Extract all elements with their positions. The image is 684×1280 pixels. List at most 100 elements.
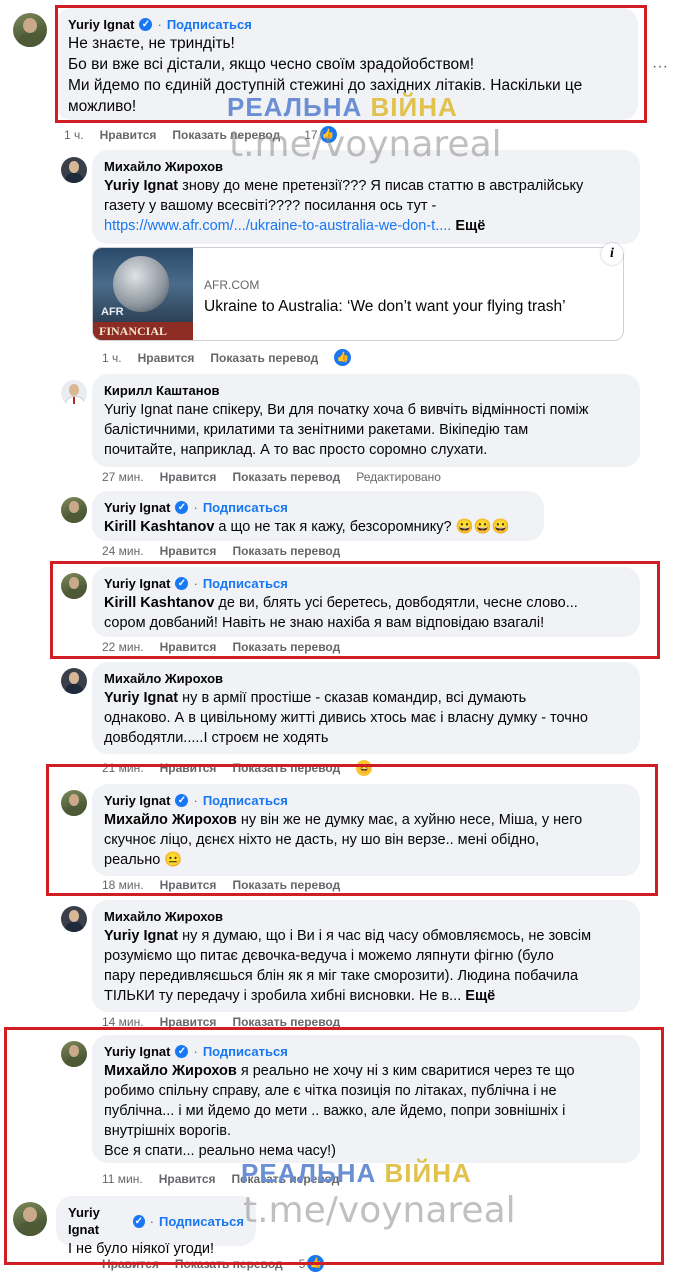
subscribe-link[interactable]: Подписаться: [203, 499, 288, 516]
comment-text: балістичними, крилатими та зенітними рак…: [104, 422, 529, 438]
comment-author[interactable]: Yuriy Ignat: [104, 792, 170, 809]
comment-author[interactable]: Yuriy Ignat: [104, 499, 170, 516]
subscribe-link[interactable]: Подписаться: [159, 1213, 244, 1230]
comment-time[interactable]: 18 мин.: [102, 878, 144, 892]
avatar[interactable]: [61, 1041, 87, 1067]
comment-time[interactable]: 1 ч.: [64, 128, 84, 142]
comment-bubble: Михайло Жирохов Yuriy Ignat ну я думаю, …: [92, 900, 640, 1012]
subscribe-link[interactable]: Подписаться: [203, 1043, 288, 1060]
comment-author[interactable]: Yuriy Ignat: [104, 1043, 170, 1060]
comment-author[interactable]: Михайло Жирохов: [104, 908, 223, 925]
translate-button[interactable]: Показать перевод: [232, 761, 340, 775]
haha-reaction-icon: 😆: [356, 760, 373, 776]
mention-link[interactable]: Yuriy Ignat: [104, 402, 173, 418]
watermark-title: РЕАЛЬНА ВІЙНА: [227, 92, 458, 122]
comment-time[interactable]: 21 мин.: [102, 761, 144, 775]
comment-time[interactable]: 24 мин.: [102, 544, 144, 558]
translate-button[interactable]: Показать перевод: [210, 351, 318, 365]
comment-text-line: Бо ви вже всі дістали, якщо чесно своїм …: [68, 56, 475, 73]
avatar[interactable]: [61, 906, 87, 932]
verified-icon: ✓: [139, 18, 153, 31]
watermark-title: РЕАЛЬНА ВІЙНА: [241, 1158, 472, 1188]
avatar[interactable]: [61, 790, 87, 816]
avatar[interactable]: [61, 668, 87, 694]
translate-button[interactable]: Показать перевод: [232, 470, 340, 484]
mention-link[interactable]: Kirill Kashtanov: [104, 519, 214, 535]
like-button[interactable]: Нравится: [160, 544, 217, 558]
like-button[interactable]: Нравится: [159, 1172, 216, 1186]
comment-text: робимо спільну справу, але є чітка позиц…: [104, 1083, 557, 1099]
comment-time[interactable]: 1 ч.: [102, 351, 122, 365]
subscribe-link[interactable]: Подписаться: [167, 16, 252, 33]
mention-link[interactable]: Yuriy Ignat: [104, 690, 178, 706]
like-button[interactable]: Нравится: [160, 878, 217, 892]
comment-bubble: Yuriy Ignat ✓ · Подписаться Kirill Kasht…: [92, 567, 640, 637]
see-more-link[interactable]: Ещё: [465, 988, 495, 1004]
watermark-url: t.me/voynareal: [229, 124, 502, 165]
like-button[interactable]: Нравится: [102, 1257, 159, 1271]
translate-button[interactable]: Показать перевод: [232, 878, 340, 892]
edited-label: Редактировано: [356, 470, 441, 484]
comment-text: сором довбаний! Навіть не знаю нахіба я …: [104, 615, 545, 631]
comment-author[interactable]: Михайло Жирохов: [104, 158, 223, 175]
translate-button[interactable]: Показать перевод: [232, 640, 340, 654]
avatar[interactable]: [61, 573, 87, 599]
comment-text: знову до мене претензії??? Я писав статт…: [178, 178, 584, 194]
comment-text: пару передивляєшься блін як я міг таке с…: [104, 968, 579, 984]
comment-bubble: Yuriy Ignat ✓ · Подписаться Михайло Жиро…: [92, 1035, 640, 1163]
subscribe-link[interactable]: Подписаться: [203, 575, 288, 592]
avatar[interactable]: [61, 497, 87, 523]
link-preview-card[interactable]: AFR FINANCIAL AFR.COM Ukraine to Austral…: [92, 247, 624, 341]
comment-author[interactable]: Yuriy Ignat: [68, 16, 134, 33]
translate-button[interactable]: Показать перевод: [232, 544, 340, 558]
translate-button[interactable]: Показать перевод: [175, 1257, 283, 1271]
like-reaction-icon: 👍: [307, 1255, 325, 1272]
avatar[interactable]: [61, 157, 87, 183]
comment-bubble: Yuriy Ignat ✓ · Подписаться Kirill Kasht…: [92, 491, 544, 541]
verified-icon: ✓: [132, 1214, 145, 1228]
comment-bubble: Yuriy Ignat ✓ · Подписаться Михайло Жиро…: [92, 784, 640, 876]
comment-text: довбодятли.....І строєм не ходять: [104, 730, 329, 746]
mention-link[interactable]: Yuriy Ignat: [104, 178, 178, 194]
like-button[interactable]: Нравится: [160, 640, 217, 654]
subscribe-link[interactable]: Подписаться: [203, 792, 288, 809]
comment-time[interactable]: 11 мин.: [102, 1172, 143, 1186]
comment-text: а що не так я кажу, безсоромнику? 😀😀😀: [214, 519, 510, 535]
comment-time[interactable]: 22 мин.: [102, 640, 144, 654]
comment-author[interactable]: Михайло Жирохов: [104, 670, 223, 687]
link-domain: AFR.COM: [204, 278, 260, 292]
comment-bubble: Михайло Жирохов Yuriy Ignat ну в армії п…: [92, 662, 640, 754]
like-button[interactable]: Нравится: [138, 351, 195, 365]
info-icon[interactable]: i: [601, 243, 623, 265]
mention-link[interactable]: Михайло Жирохов: [104, 1063, 237, 1079]
avatar[interactable]: [61, 380, 87, 406]
comment-time[interactable]: 27 мин.: [102, 470, 144, 484]
watermark-url: t.me/voynareal: [243, 1190, 516, 1231]
reaction-count[interactable]: 5: [299, 1257, 306, 1271]
mention-link[interactable]: Yuriy Ignat: [104, 928, 178, 944]
like-button[interactable]: Нравится: [160, 1015, 217, 1029]
like-button[interactable]: Нравится: [160, 761, 217, 775]
comment-time[interactable]: 14 мин.: [102, 1015, 144, 1029]
like-button[interactable]: Нравится: [100, 128, 157, 142]
comment-author[interactable]: Yuriy Ignat: [104, 575, 170, 592]
see-more-link[interactable]: Ещё: [455, 218, 485, 234]
article-link[interactable]: https://www.afr.com/.../ukraine-to-austr…: [104, 218, 451, 234]
verified-icon: ✓: [175, 794, 189, 807]
link-title[interactable]: Ukraine to Australia: ‘We don’t want you…: [204, 298, 566, 316]
comment-text: ТІЛЬКИ ту передачу і зробила хибні висно…: [104, 988, 462, 1004]
comment-text: внутрішніх ворогів.: [104, 1123, 232, 1139]
mention-link[interactable]: Kirill Kashtanov: [104, 595, 214, 611]
more-options-icon[interactable]: ···: [652, 58, 668, 76]
comment-text: ну в армії простіше - сказав командир, в…: [178, 690, 527, 706]
comment-text: публічна... і ми йдемо до мети .. важко,…: [104, 1103, 566, 1119]
comment-text-line: Не знаєте, не триндіть!: [68, 35, 235, 52]
avatar[interactable]: [13, 13, 47, 47]
comment-author[interactable]: Кирилл Каштанов: [104, 382, 220, 399]
avatar[interactable]: [13, 1202, 47, 1236]
comment-author[interactable]: Yuriy Ignat: [68, 1204, 128, 1238]
verified-icon: ✓: [175, 1045, 189, 1058]
mention-link[interactable]: Михайло Жирохов: [104, 812, 237, 828]
like-button[interactable]: Нравится: [160, 470, 217, 484]
translate-button[interactable]: Показать перевод: [232, 1015, 340, 1029]
